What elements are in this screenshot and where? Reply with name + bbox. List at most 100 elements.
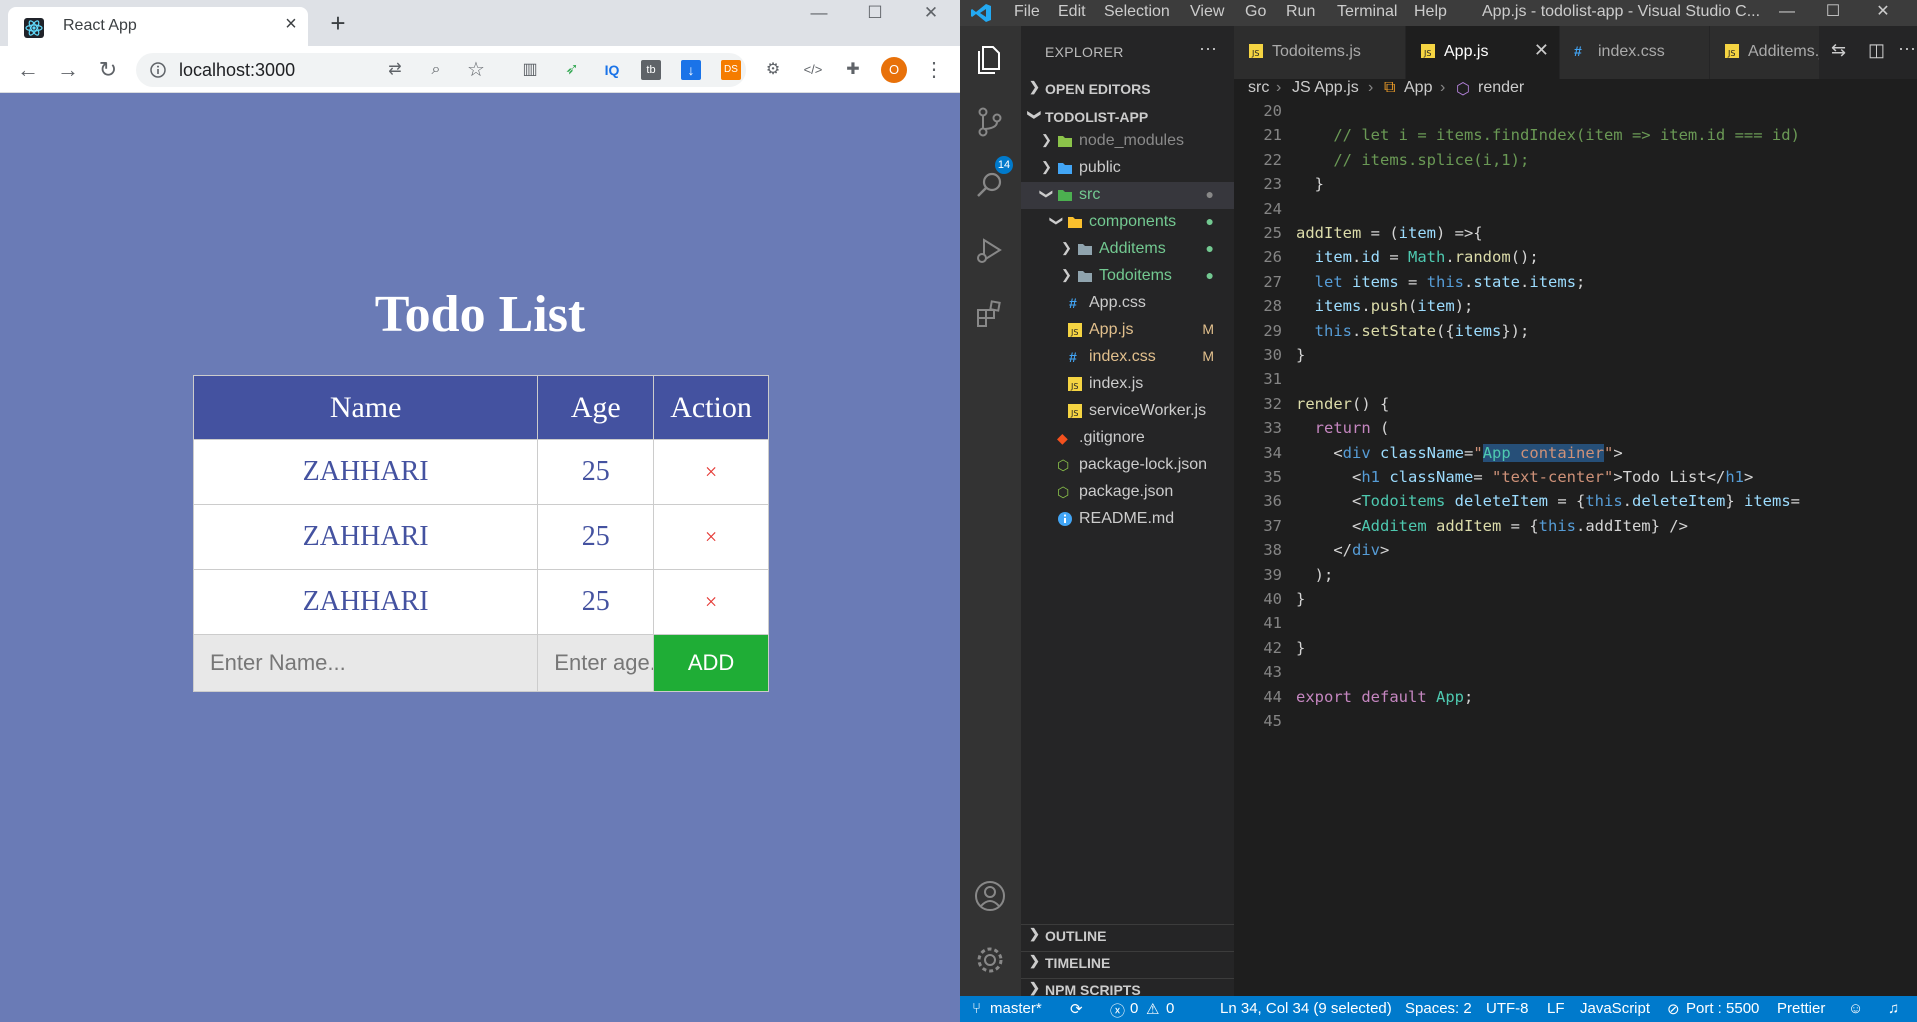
code-line[interactable]: // items.splice(i,1); [1296,148,1529,172]
breadcrumb-app[interactable]: App [1404,79,1432,97]
tree-item-app-js[interactable]: JS App.js M [1021,317,1234,344]
delete-icon[interactable]: × [653,569,769,635]
project-section[interactable]: ❯ TODOLIST-APP [1021,106,1234,128]
tree-item-package-lock-json[interactable]: ⬡ package-lock.json [1021,452,1234,479]
puzzle-icon[interactable]: ✚ [841,58,865,82]
reload-icon[interactable]: ↻ [92,54,124,86]
code-line[interactable]: } [1296,343,1305,367]
git-branch[interactable]: master* [990,1000,1042,1017]
delete-icon[interactable]: × [653,504,769,570]
close-icon[interactable]: ✕ [1534,40,1549,61]
breadcrumb-render[interactable]: render [1478,79,1524,97]
breadcrumb-app-js[interactable]: JS App.js [1292,79,1359,97]
tree-item-index-js[interactable]: JS index.js [1021,371,1234,398]
code-line[interactable]: items.push(item); [1296,294,1474,318]
menu-terminal[interactable]: Terminal [1337,3,1397,21]
add-button[interactable]: ADD [654,635,768,691]
live-server-port[interactable]: Port : 5500 [1686,1000,1759,1017]
code-extension-icon[interactable]: </> [801,58,825,82]
code-line[interactable]: this.setState({items}); [1296,319,1530,343]
minimize-icon[interactable]: — [796,0,842,28]
source-control-icon[interactable] [972,104,1008,140]
window-close-icon[interactable]: ✕ [1860,0,1906,26]
code-line[interactable]: <Todoitems deleteItem = {this.deleteItem… [1296,489,1800,513]
menu-go[interactable]: Go [1245,3,1266,21]
tree-item-additems[interactable]: ❯ Additems ● [1021,236,1234,263]
tb-extension-icon[interactable]: tb [641,60,661,80]
code-line[interactable]: ); [1296,563,1334,587]
delete-icon[interactable]: × [653,439,769,505]
tree-item-components[interactable]: ❯ components ● [1021,209,1234,236]
tree-item-public[interactable]: ❯ public [1021,155,1234,182]
sync-icon[interactable]: ⟳ [1070,1000,1083,1018]
code-line[interactable]: <Additem addItem = {this.addItem} /> [1296,514,1688,538]
tree-item-readme[interactable]: README.md [1021,506,1234,533]
cursor-position[interactable]: Ln 34, Col 34 (9 selected) [1220,1000,1392,1017]
tree-item-package-json[interactable]: ⬡ package.json [1021,479,1234,506]
gear-extension-icon[interactable]: ⚙ [761,58,785,82]
zoom-icon[interactable]: ⌕ [424,58,448,82]
encoding[interactable]: UTF-8 [1486,1000,1529,1017]
tree-item-index-css[interactable]: # index.css M [1021,344,1234,371]
menu-run[interactable]: Run [1286,3,1315,21]
account-icon[interactable] [972,878,1008,914]
more-actions-icon[interactable]: ··· [1199,38,1217,59]
tree-item-app-css[interactable]: # App.css [1021,290,1234,317]
tree-item-todoitems[interactable]: ❯ Todoitems ● [1021,263,1234,290]
browser-tab[interactable]: React App × [8,7,308,46]
code-line[interactable]: <div className="App container"> [1296,441,1623,465]
forward-arrow-icon[interactable]: → [52,54,84,86]
translate-icon[interactable]: ⇄ [383,58,407,82]
warning-count[interactable]: 0 [1166,1000,1174,1017]
maximize-icon[interactable]: ☐ [1810,0,1856,26]
code-line[interactable]: let items = this.state.items; [1296,270,1586,294]
language-mode[interactable]: JavaScript [1580,1000,1650,1017]
indentation[interactable]: Spaces: 2 [1405,1000,1472,1017]
name-input[interactable] [194,635,538,691]
code-line[interactable]: </div> [1296,538,1389,562]
tab-index-css[interactable]: # index.css [1560,26,1710,79]
search-icon[interactable] [972,168,1008,204]
code-line[interactable]: } [1296,587,1305,611]
timeline-section[interactable]: ❯ TIMELINE [1021,951,1234,973]
menu-help[interactable]: Help [1414,3,1447,21]
code-line[interactable]: // let i = items.findIndex(item => item.… [1296,123,1800,147]
code-line[interactable]: addItem = (item) =>{ [1296,221,1483,245]
code-line[interactable]: item.id = Math.random(); [1296,245,1539,269]
outline-section[interactable]: ❯ OUTLINE [1021,924,1234,946]
ds-extension-icon[interactable]: DS [721,60,741,80]
maximize-icon[interactable]: ☐ [852,0,898,28]
kebab-menu-icon[interactable]: ⋮ [922,58,946,82]
code-line[interactable]: return ( [1296,416,1390,440]
tree-item-node-modules[interactable]: ❯ node_modules [1021,128,1234,155]
extensions-icon[interactable] [972,296,1008,332]
profile-avatar[interactable]: O [881,57,907,83]
back-arrow-icon[interactable]: ← [12,54,44,86]
age-input[interactable] [538,635,654,691]
split-editor-icon[interactable]: ◫ [1868,40,1885,61]
bookmark-star-icon[interactable]: ☆ [464,58,488,82]
code-editor[interactable]: 20 21 // let i = items.findIndex(item => … [1234,103,1800,996]
menu-file[interactable]: File [1014,3,1040,21]
code-line[interactable]: <h1 className= "text-center">Todo List</… [1296,465,1753,489]
breadcrumb-src[interactable]: src [1248,79,1269,97]
settings-gear-icon[interactable] [972,942,1008,978]
menu-view[interactable]: View [1190,3,1224,21]
prettier-status[interactable]: Prettier [1777,1000,1825,1017]
minimize-icon[interactable]: — [1764,0,1810,26]
end-of-line[interactable]: LF [1547,1000,1565,1017]
compare-changes-icon[interactable]: ⇆ [1831,40,1846,61]
code-line[interactable]: export default App; [1296,685,1473,709]
download-extension-icon[interactable]: ↓ [681,60,701,80]
code-line[interactable]: } [1296,636,1305,660]
explorer-icon[interactable] [972,40,1008,76]
new-tab-button[interactable]: + [324,10,352,38]
tree-item-serviceworker-js[interactable]: JS serviceWorker.js [1021,398,1234,425]
tab-app-js[interactable]: JS App.js ✕ [1406,26,1560,79]
feedback-icon[interactable]: ☺ [1848,1000,1863,1017]
close-tab-icon[interactable]: × [280,13,302,35]
iq-extension-icon[interactable]: IQ [600,58,624,82]
window-close-icon[interactable]: ✕ [908,0,954,28]
open-editors-section[interactable]: ❯ OPEN EDITORS [1021,78,1234,100]
code-line[interactable]: } [1296,172,1324,196]
